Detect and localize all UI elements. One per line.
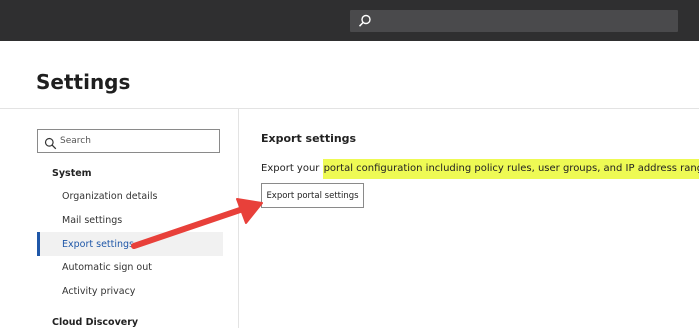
divider — [0, 108, 699, 109]
description-highlight: portal configuration including policy ru… — [322, 159, 699, 179]
sidebar-search[interactable] — [37, 129, 220, 153]
sidebar-divider — [238, 109, 239, 328]
sidebar-item-organization-details[interactable]: Organization details — [62, 191, 157, 202]
top-bar — [0, 0, 699, 41]
section-title: Export settings — [261, 132, 357, 145]
sidebar-item-mail-settings[interactable]: Mail settings — [62, 215, 122, 226]
export-portal-settings-button[interactable]: Export portal settings — [261, 183, 364, 208]
global-search-box[interactable] — [350, 10, 678, 32]
sidebar-search-input[interactable] — [60, 132, 215, 150]
export-description: Export your portal configuration includi… — [261, 158, 699, 180]
sidebar-item-export-settings[interactable]: Export settings — [62, 239, 134, 250]
sidebar-item-activity-privacy[interactable]: Activity privacy — [62, 286, 135, 297]
active-item-indicator — [37, 232, 40, 256]
search-icon — [357, 13, 373, 29]
group-title-cloud-discovery: Cloud Discovery — [52, 317, 139, 328]
search-icon — [44, 135, 57, 150]
description-prefix: Export your — [261, 163, 323, 174]
sidebar-item-automatic-sign-out[interactable]: Automatic sign out — [62, 262, 152, 273]
page-title: Settings — [36, 70, 131, 94]
group-title-system: System — [52, 168, 92, 179]
